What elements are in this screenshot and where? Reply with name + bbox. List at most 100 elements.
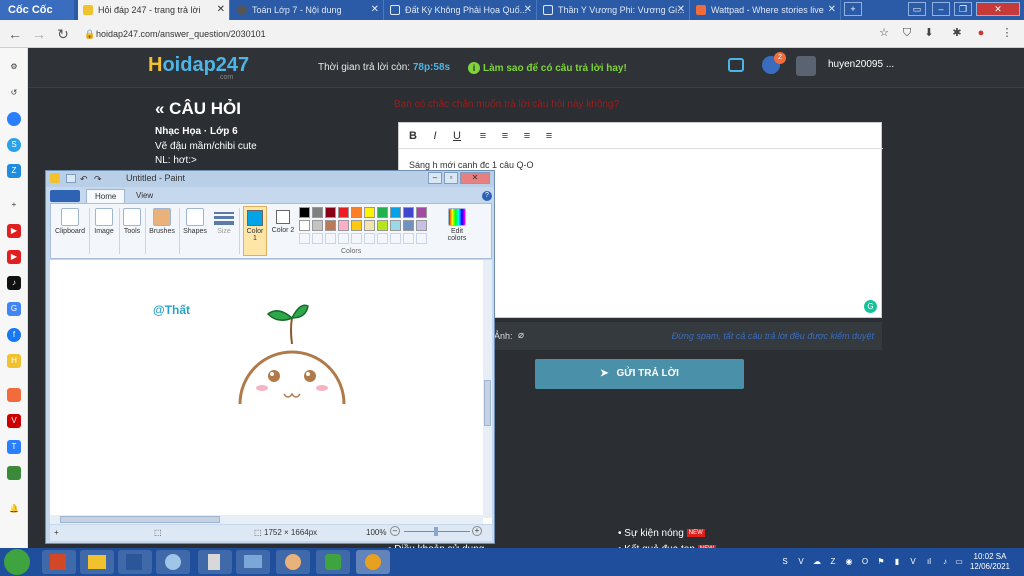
zoom-out-button[interactable]: – [390, 526, 400, 536]
zoom-in-button[interactable]: + [472, 526, 482, 536]
howto-link[interactable]: i Làm sao để có câu trả lời hay! [468, 62, 627, 74]
vpn-tray-icon[interactable]: V [796, 557, 806, 567]
flag-tray-icon[interactable]: ⚑ [876, 557, 886, 567]
signal-tray-icon[interactable]: ıl [924, 557, 934, 567]
empty-palette-swatch[interactable] [416, 233, 427, 244]
tab-dat-ky[interactable]: Đất Kỳ Không Phải Họa Quố... ✕ [385, 0, 537, 20]
game-icon[interactable] [7, 466, 21, 480]
palette-swatch[interactable] [338, 220, 349, 231]
palette-swatch[interactable] [416, 207, 427, 218]
paint-app[interactable] [276, 550, 310, 574]
empty-palette-swatch[interactable] [325, 233, 336, 244]
chrome-app[interactable] [356, 550, 390, 574]
paint-canvas[interactable]: @Thất [50, 260, 492, 524]
palette-swatch[interactable] [351, 207, 362, 218]
close-icon[interactable]: ✕ [524, 0, 532, 20]
palette-swatch[interactable] [390, 207, 401, 218]
paint-close-button[interactable]: ✕ [460, 172, 490, 184]
back-arrow-icon[interactable]: ← [6, 25, 24, 43]
zalo-icon[interactable]: Z [7, 164, 21, 178]
attach-label[interactable]: Ảnh: [494, 331, 513, 341]
edit-colors-button[interactable]: Edit colors [443, 206, 471, 256]
calculator-app[interactable] [198, 550, 232, 574]
kebab-menu-icon[interactable]: ⋮ [1000, 26, 1014, 40]
minimize-button[interactable]: – [932, 2, 950, 16]
tab-hoidap[interactable]: Hỏi đáp 247 - trang trả lời ✕ [78, 0, 230, 20]
palette-swatch[interactable] [299, 220, 310, 231]
monitor-app[interactable] [236, 550, 270, 574]
close-icon[interactable]: ✕ [371, 0, 379, 20]
youtube-icon[interactable]: ▶ [7, 250, 21, 264]
palette-swatch[interactable] [325, 207, 336, 218]
help-icon[interactable]: ? [482, 191, 492, 201]
undo-icon[interactable]: ↶ [80, 174, 88, 185]
taskbar-clock[interactable]: 10:02 SA 12/06/2021 [970, 552, 1010, 572]
color1-selector[interactable]: Color 1 [243, 206, 267, 256]
grammarly-icon[interactable]: G [864, 300, 877, 313]
add-icon[interactable]: + [7, 198, 21, 212]
italic-button[interactable]: I [427, 128, 443, 144]
zalo-tray-icon[interactable]: Z [828, 557, 838, 567]
translate-icon[interactable]: G [7, 302, 21, 316]
tab-toan[interactable]: Toán Lớp 7 - Nội dung ✕ [232, 0, 384, 20]
tab-home[interactable]: Home [86, 189, 126, 203]
palette-swatch[interactable] [377, 207, 388, 218]
tiktok-icon[interactable]: ♪ [7, 276, 21, 290]
editor-text[interactable]: Sáng h mới canh đc 1 câu Q-O [409, 160, 533, 170]
palette-swatch[interactable] [390, 220, 401, 231]
network-tray-icon[interactable]: ▮ [892, 557, 902, 567]
shopping-icon[interactable] [7, 388, 21, 402]
horizontal-scrollbar[interactable] [50, 515, 483, 524]
reload-icon[interactable]: ↻ [54, 25, 72, 43]
align-left-button[interactable]: ≡ [475, 128, 491, 144]
zoom-slider-thumb[interactable] [434, 527, 438, 536]
empty-palette-swatch[interactable] [390, 233, 401, 244]
opera-tray-icon[interactable]: O [860, 557, 870, 567]
image-group[interactable]: Image [91, 206, 117, 256]
download-icon[interactable]: ⬇ [922, 26, 936, 40]
language-tray-icon[interactable]: V [908, 557, 918, 567]
browser-brand[interactable]: Cốc Cốc [0, 0, 74, 20]
word-app[interactable] [118, 550, 152, 574]
paint-title-bar[interactable]: ↶ ↷ Untitled - Paint – ▫ ✕ [46, 171, 494, 187]
underline-button[interactable]: U [449, 128, 465, 144]
messenger-icon[interactable] [7, 112, 21, 126]
submit-answer-button[interactable]: ➤ GỬI TRẢ LỜI [535, 359, 744, 389]
cloud-tray-icon[interactable]: ☁ [812, 557, 822, 567]
start-button[interactable] [4, 549, 30, 575]
paperclip-icon[interactable]: ⌀ [518, 330, 524, 341]
site-logo[interactable]: Hoidap247 .com [148, 54, 249, 81]
forward-arrow-icon[interactable]: → [30, 25, 48, 43]
palette-swatch[interactable] [364, 207, 375, 218]
palette-swatch[interactable] [312, 207, 323, 218]
profile-icon[interactable]: ● [974, 26, 988, 40]
facebook-icon[interactable]: f [7, 328, 21, 342]
palette-swatch[interactable] [351, 220, 362, 231]
bold-button[interactable]: B [405, 128, 421, 144]
puzzle-icon[interactable]: ✱ [950, 26, 964, 40]
footer-link[interactable]: • Sự kiện nóng NEW [618, 528, 705, 539]
save-icon[interactable] [66, 174, 76, 183]
empty-palette-swatch[interactable] [364, 233, 375, 244]
new-tab-button[interactable]: + [844, 2, 862, 16]
url-field[interactable]: 🔒 hoidap247.com/answer_question/2030101 [80, 24, 860, 44]
palette-swatch[interactable] [338, 207, 349, 218]
empty-palette-swatch[interactable] [312, 233, 323, 244]
clipboard-group[interactable]: Clipboard [53, 206, 87, 256]
youtube-icon[interactable]: ▶ [7, 224, 21, 238]
brushes-group[interactable]: Brushes [147, 206, 177, 256]
skype-icon[interactable]: S [7, 138, 21, 152]
palette-swatch[interactable] [377, 220, 388, 231]
battery-tray-icon[interactable]: ▭ [954, 557, 964, 567]
paint-maximize-button[interactable]: ▫ [444, 172, 458, 184]
empty-palette-swatch[interactable] [299, 233, 310, 244]
tab-search-button[interactable]: ▭ [908, 2, 926, 16]
redo-icon[interactable]: ↷ [94, 174, 102, 185]
scroll-thumb[interactable] [484, 380, 491, 426]
explorer-app[interactable] [80, 550, 114, 574]
tab-than-y[interactable]: Thần Y Vương Phi: Vương Gi... ✕ [538, 0, 690, 20]
chat-icon[interactable] [728, 58, 744, 72]
tab-wattpad[interactable]: Wattpad - Where stories live ✕ [691, 0, 841, 20]
palette-swatch[interactable] [312, 220, 323, 231]
color2-selector[interactable]: Color 2 [271, 206, 295, 256]
